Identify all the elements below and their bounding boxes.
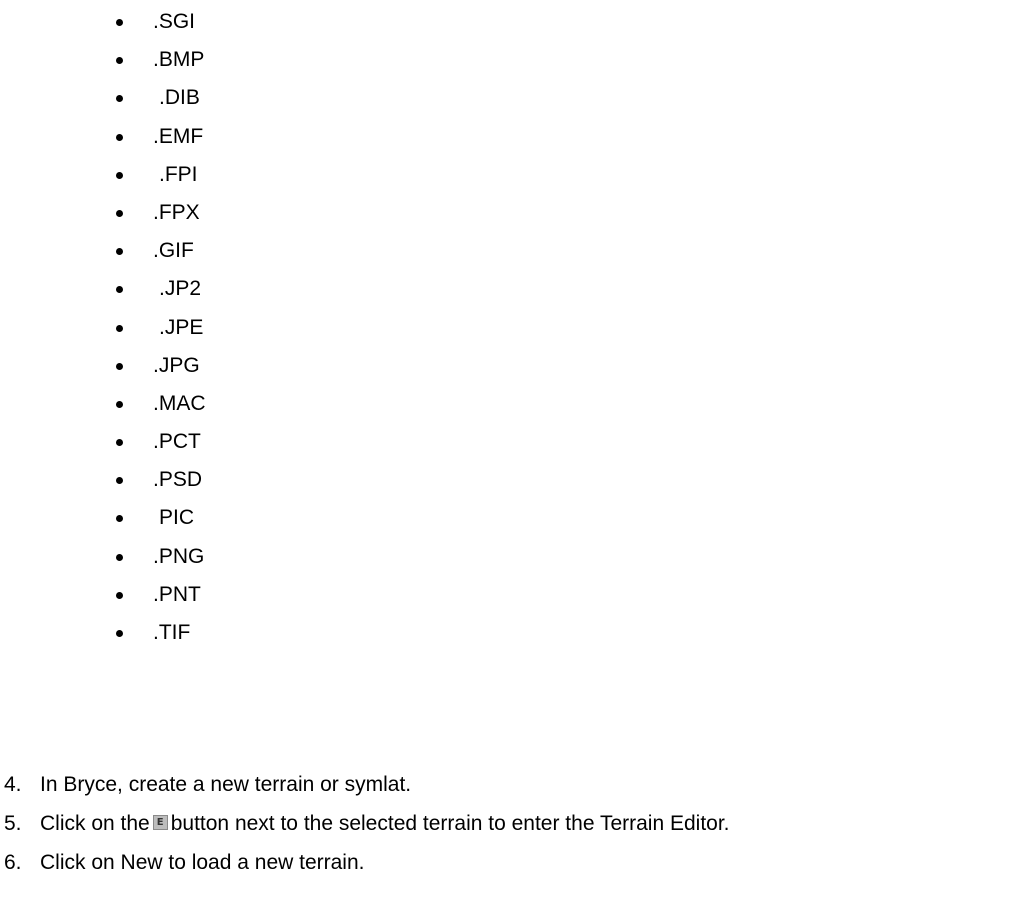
bullet-icon	[116, 477, 123, 485]
bullet-icon	[116, 553, 123, 561]
bullet-icon	[116, 630, 123, 637]
bullet-icon	[116, 19, 123, 26]
bullet-icon	[116, 324, 123, 332]
step-text-before: Click on the	[40, 812, 150, 835]
step-number: 4.	[4, 773, 22, 796]
format-label: .DIB	[159, 86, 200, 110]
format-label: .FPI	[159, 162, 198, 186]
format-label: .MAC	[153, 391, 206, 415]
bullet-icon	[116, 248, 123, 256]
format-label: .PSD	[153, 468, 203, 492]
step-number: 5.	[4, 812, 22, 835]
bullet-icon	[116, 515, 123, 523]
bullet-icon	[116, 362, 123, 370]
format-label: .EMF	[153, 124, 204, 148]
format-label: .BMP	[153, 48, 205, 72]
step-text: In Bryce, create a new terrain or symlat…	[40, 773, 412, 796]
terrain-editor-e-icon: E	[152, 815, 168, 831]
format-label: .TIF	[153, 621, 191, 644]
format-label: .JPE	[159, 315, 204, 339]
format-label: .JP2	[159, 277, 202, 301]
format-label: .PNG	[153, 544, 205, 568]
format-label: .SGI	[153, 10, 196, 33]
format-label: .FPX	[153, 200, 200, 224]
format-label: .PCT	[153, 430, 201, 454]
bullet-icon	[116, 171, 123, 179]
step-text-container: Click on the Ebutton next to the selected…	[40, 804, 730, 843]
bullet-icon	[116, 133, 123, 141]
bullet-icon	[116, 95, 123, 103]
bullet-icon	[116, 209, 123, 217]
step-text: Click on New to load a new terrain.	[40, 851, 365, 874]
step-number: 6.	[4, 851, 22, 874]
format-label: .PNT	[153, 582, 201, 606]
bullet-icon	[116, 400, 123, 408]
document-page: .SGI .BMP .DIB .EMF .FPI .FPX .GIF .JP2 …	[0, 0, 1036, 907]
format-label: .GIF	[153, 239, 194, 263]
bullet-icon	[116, 57, 123, 65]
bullet-icon	[116, 591, 123, 599]
bullet-icon	[116, 439, 123, 447]
format-label: PIC	[159, 506, 195, 530]
step-text-after: button next to the selected terrain to e…	[170, 812, 730, 835]
format-label: .JPG	[153, 353, 200, 377]
bullet-icon	[116, 286, 123, 294]
